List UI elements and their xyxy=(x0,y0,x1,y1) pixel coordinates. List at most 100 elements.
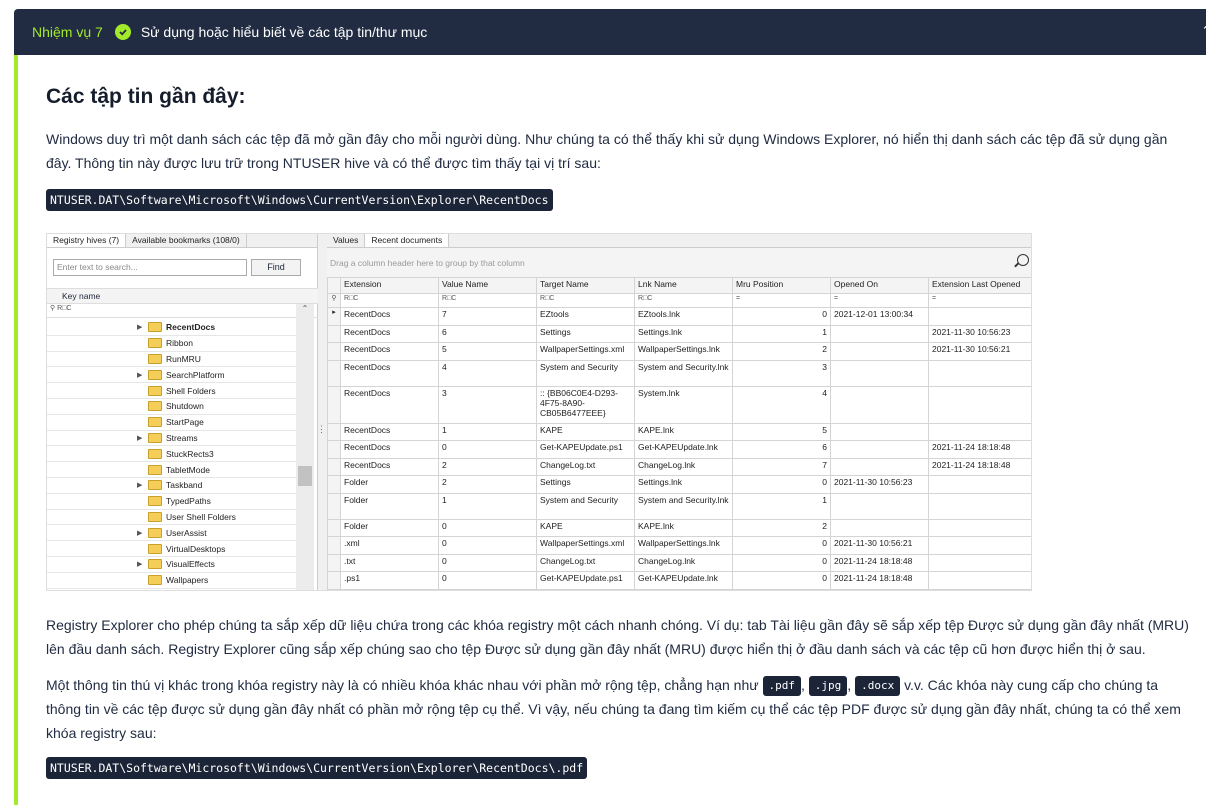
tab-values: Values xyxy=(327,234,366,247)
table-cell: 7 xyxy=(438,307,537,326)
column-header: Mru Position xyxy=(732,277,831,294)
table-cell: RecentDocs xyxy=(340,324,439,343)
tree-node-label: StartPage xyxy=(166,417,204,428)
table-cell: 0 xyxy=(438,518,537,537)
table-cell xyxy=(830,342,929,361)
recent-docs-panel: Values Recent documents Drag a column he… xyxy=(327,234,1031,590)
table-cell: RecentDocs xyxy=(340,342,439,361)
table-cell: WallpaperSettings.xml xyxy=(536,536,635,555)
table-row: Folder 0 KAPE KAPE.lnk 2 xyxy=(327,518,1031,537)
tree-node: StuckRects3 xyxy=(47,446,296,463)
table-cell: RecentDocs xyxy=(340,307,439,326)
table-cell: .txt xyxy=(340,553,439,572)
lower-content: Registry Explorer cho phép chúng ta sắp … xyxy=(46,613,1196,779)
table-cell: Settings xyxy=(536,475,635,494)
tree-node: ▶ Streams xyxy=(47,431,296,447)
table-row: .txt 0 ChangeLog.txt ChangeLog.lnk 0 2021-11-… xyxy=(327,553,1031,572)
table-cell xyxy=(830,359,929,387)
table-cell xyxy=(928,571,1031,590)
recent-docs-table: Extension Value Name Target Name Lnk Name Mr… xyxy=(327,277,1031,590)
table-cell: Get-KAPEUpdate.ps1 xyxy=(536,571,635,590)
tree-node-label: UserAssist xyxy=(166,527,207,538)
table-cell: 1 xyxy=(438,492,537,520)
table-cell: 4 xyxy=(438,359,537,387)
table-cell: System and Security xyxy=(536,359,635,387)
tree-node: RunMRU xyxy=(47,352,296,368)
table-cell: Folder xyxy=(340,475,439,494)
table-cell: KAPE xyxy=(536,422,635,441)
folder-icon xyxy=(148,369,162,380)
folder-icon xyxy=(148,432,162,443)
table-cell: RecentDocs xyxy=(340,359,439,387)
table-cell: 2021-11-24 18:18:48 xyxy=(928,440,1031,459)
folder-icon xyxy=(148,480,162,491)
table-cell: Folder xyxy=(340,492,439,520)
filter-icon: ⚲ xyxy=(50,305,56,312)
filter-cell: = xyxy=(830,293,929,308)
task-content: Các tập tin gần đây: Windows duy trì một… xyxy=(46,55,1196,211)
tab-available-bookmarks: Available bookmarks (108/0) xyxy=(126,234,247,247)
tree-node: ▶ SearchPlatform xyxy=(47,367,296,384)
table-cell: 2021-11-24 18:18:48 xyxy=(830,553,929,572)
tab-registry-hives: Registry hives (7) xyxy=(47,234,127,247)
table-cell xyxy=(830,385,929,424)
tree-node: ▶ Taskband xyxy=(47,478,296,494)
table-cell xyxy=(830,324,929,343)
table-cell: 5 xyxy=(438,342,537,361)
check-icon xyxy=(114,24,131,40)
table-row: RecentDocs 2 ChangeLog.txt ChangeLog.lnk 7 20… xyxy=(327,457,1031,476)
table-cell xyxy=(928,385,1031,424)
filter-row: ⚲ R□C xyxy=(47,304,318,318)
table-cell xyxy=(928,422,1031,441)
table-cell: 6 xyxy=(732,440,831,459)
table-cell: 3 xyxy=(732,359,831,387)
table-cell: RecentDocs xyxy=(340,457,439,476)
table-cell: ChangeLog.txt xyxy=(536,553,635,572)
folder-icon xyxy=(148,543,162,554)
folder-icon xyxy=(148,575,162,586)
column-header: Opened On xyxy=(830,277,929,294)
folder-icon xyxy=(148,338,162,349)
table-cell: 2021-11-24 18:18:48 xyxy=(830,571,929,590)
table-cell: Get-KAPEUpdate.ps1 xyxy=(536,440,635,459)
filter-cell: R□C xyxy=(340,293,439,308)
table-cell: 5 xyxy=(732,422,831,441)
folder-icon xyxy=(148,417,162,428)
tree-node: TabletMode xyxy=(47,462,296,478)
table-cell: ChangeLog.txt xyxy=(536,457,635,476)
table-cell: 2 xyxy=(438,475,537,494)
table-cell: KAPE.lnk xyxy=(634,422,733,441)
table-cell: 2021-11-30 10:56:23 xyxy=(830,475,929,494)
table-cell: 0 xyxy=(438,553,537,572)
table-cell xyxy=(928,492,1031,520)
separator: , xyxy=(847,677,852,693)
table-cell: 0 xyxy=(438,536,537,555)
tree-node: VirtualDesktops xyxy=(47,541,296,557)
code-block-recentdocs: NTUSER.DAT\Software\Microsoft\Windows\Cu… xyxy=(46,189,553,211)
paragraph-extensions: Một thông tin thú vị khác trong khóa reg… xyxy=(46,673,1196,745)
folder-icon xyxy=(148,322,162,333)
tree-node-label: Wallpapers xyxy=(166,575,209,586)
tree-node: Shutdown xyxy=(47,399,296,415)
tree-node-label: TabletMode xyxy=(166,464,210,475)
paragraph-intro: Windows duy trì một danh sách các tệp đã… xyxy=(46,131,1168,171)
chevron-up-icon[interactable]: ⌃ xyxy=(1201,23,1206,39)
table-cell: 0 xyxy=(438,571,537,590)
tree-node: Shell Folders xyxy=(47,383,296,399)
tree-node: TypedPaths xyxy=(47,494,296,510)
filter-cell: = xyxy=(732,293,831,308)
table-cell: WallpaperSettings.lnk xyxy=(634,342,733,361)
column-header: Extension Last Opened xyxy=(928,277,1031,294)
tree-node-label: User Shell Folders xyxy=(166,511,236,522)
table-cell: Settings xyxy=(536,324,635,343)
table-cell xyxy=(928,553,1031,572)
expand-arrow-icon: ▶ xyxy=(137,434,143,442)
tree-node: ▶ UserAssist xyxy=(47,525,296,542)
filter-cell: R□C xyxy=(536,293,635,308)
table-cell: .ps1 xyxy=(340,571,439,590)
code-jpg: .jpg xyxy=(808,676,848,696)
group-by-hint: Drag a column header here to group by th… xyxy=(327,248,1031,278)
tree-node-label: VirtualDesktops xyxy=(166,543,226,554)
table-cell: KAPE xyxy=(536,518,635,537)
task-header[interactable]: Nhiệm vụ 7 Sử dụng hoặc hiểu biết về các… xyxy=(14,9,1206,55)
